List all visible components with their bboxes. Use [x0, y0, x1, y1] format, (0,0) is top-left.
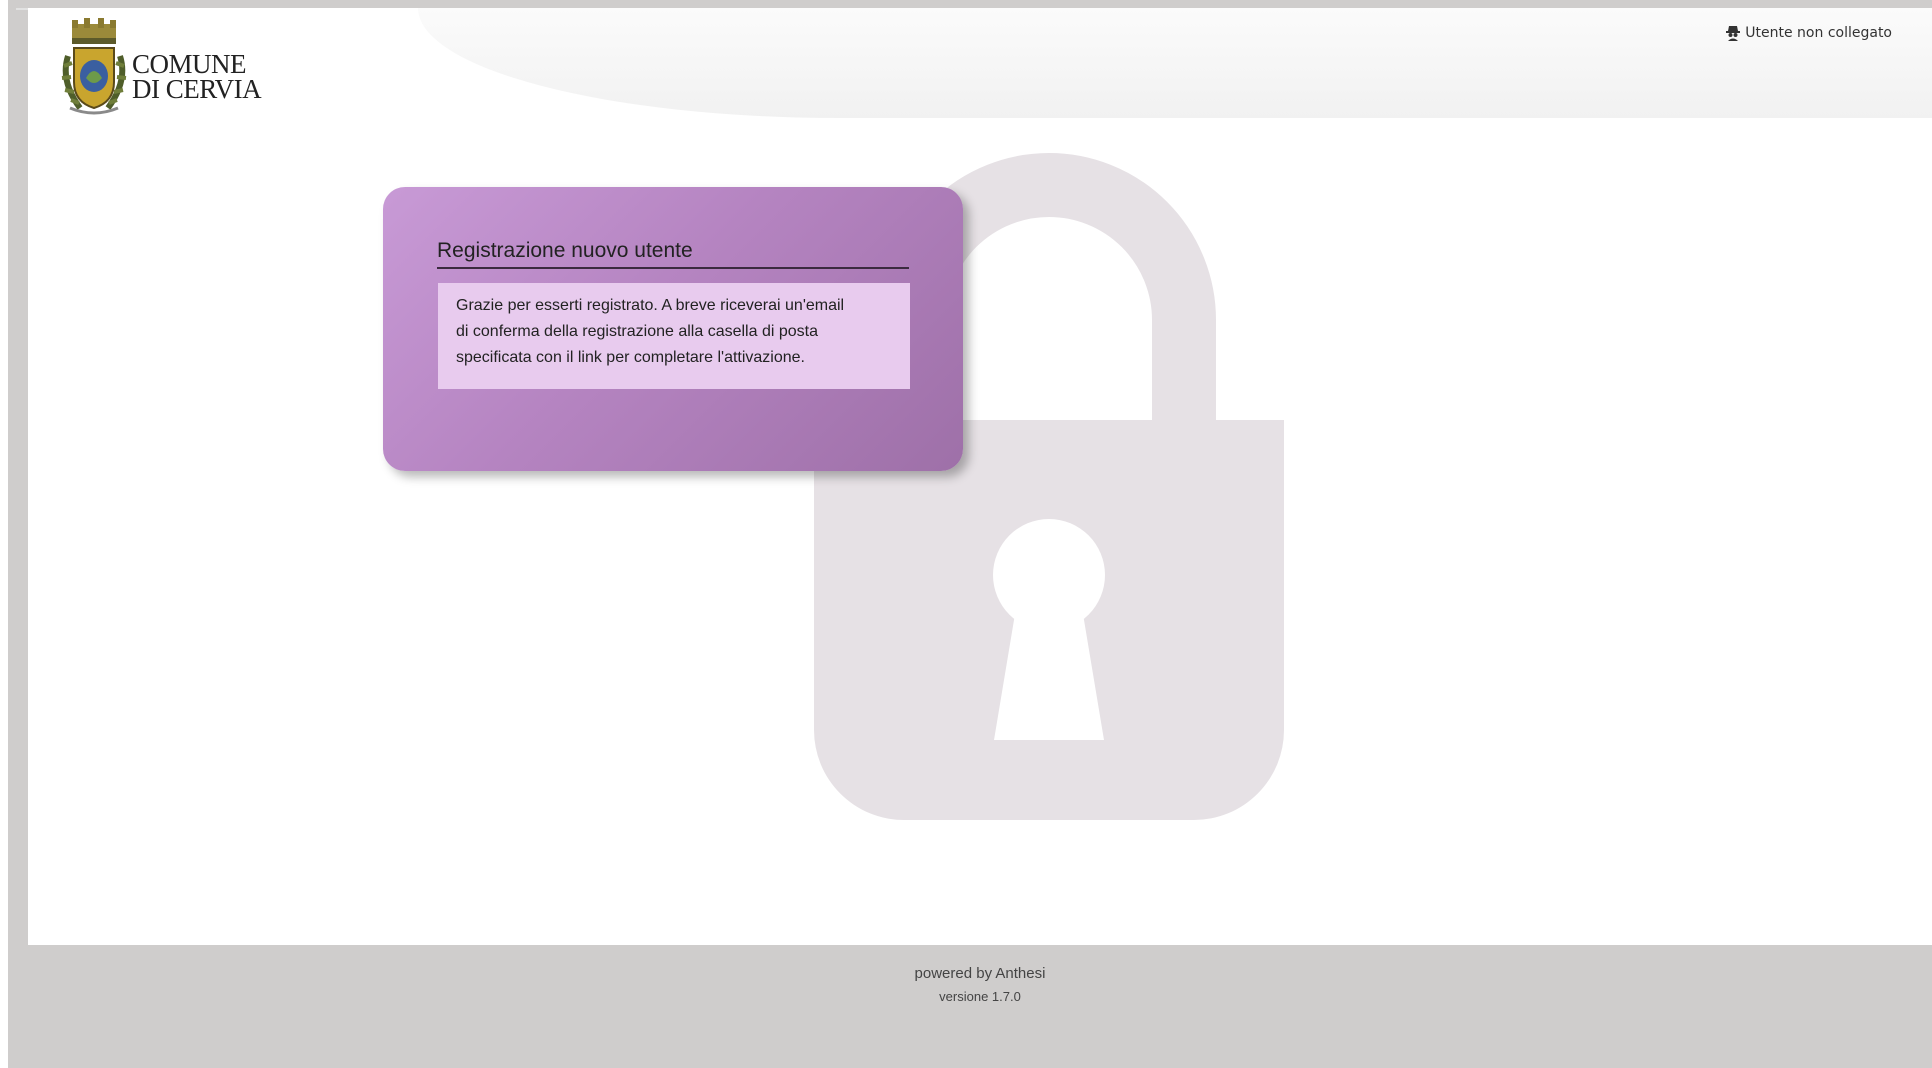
powered-by-link[interactable]: powered by Anthesi	[28, 965, 1932, 982]
user-incognito-icon	[1726, 25, 1741, 41]
header: COMUNE DI CERVIA Utente non collegato	[28, 8, 1932, 118]
user-status[interactable]: Utente non collegato	[1726, 25, 1892, 41]
page-background: COMUNE DI CERVIA Utente non collegato Re…	[8, 0, 1932, 1068]
registration-card: Registrazione nuovo utente Grazie per es…	[383, 187, 963, 471]
message-line-3: specificata con il link per completare l…	[456, 349, 805, 366]
message-line-2: di conferma della registrazione alla cas…	[456, 323, 818, 340]
message-line-1: Grazie per esserti registrato. A breve r…	[456, 297, 845, 314]
page-root: COMUNE DI CERVIA Utente non collegato Re…	[0, 0, 1932, 1068]
comune-crest-logo[interactable]	[58, 16, 130, 116]
left-frame-strip	[0, 0, 8, 1068]
header-swoosh	[418, 8, 1932, 118]
card-title: Registrazione nuovo utente	[437, 239, 909, 269]
main-content: COMUNE DI CERVIA Utente non collegato Re…	[28, 8, 1932, 945]
confirmation-message: Grazie per esserti registrato. A breve r…	[438, 283, 910, 389]
logo-line-2: DI CERVIA	[132, 74, 262, 104]
user-status-label: Utente non collegato	[1745, 25, 1892, 41]
version-label: versione 1.7.0	[939, 989, 1021, 1004]
footer: powered by Anthesi versione 1.7.0	[28, 945, 1932, 1068]
comune-name: COMUNE DI CERVIA	[132, 51, 262, 104]
